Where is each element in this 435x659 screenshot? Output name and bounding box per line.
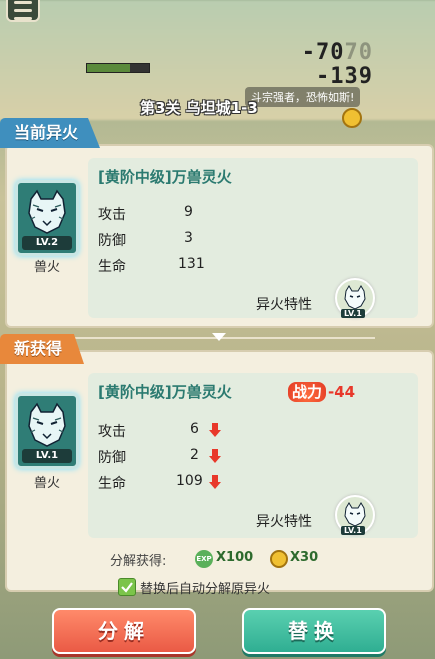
new-fire-info: [黄阶中级]万兽灵火 战力 -44 攻击 6 防御 2 生命 109 异火特性 LV.1 (88, 373, 418, 538)
auto-decompose-checkbox[interactable] (118, 578, 136, 596)
stat-defense: 防御 3 (98, 230, 193, 249)
tiger-icon (28, 402, 66, 447)
stat-attack: 攻击 9 (98, 204, 193, 223)
trait-label: 异火特性 (256, 297, 312, 313)
new-fire-tab: 新获得 (0, 334, 85, 364)
down-arrow-icon (209, 449, 221, 463)
exp-amount: X100 (216, 550, 254, 565)
power-change: 战力 -44 (288, 381, 355, 402)
coin-amount: X30 (290, 550, 319, 565)
tiger-icon (28, 189, 66, 234)
down-arrow-icon (209, 475, 221, 489)
tiger-icon (344, 502, 366, 527)
exp-icon: EXP (195, 550, 213, 568)
down-arrow-icon (212, 333, 226, 341)
down-arrow-icon (209, 423, 221, 437)
damage-number: -139 (316, 64, 373, 89)
coin-icon (342, 108, 362, 128)
stat-hp: 生命 131 (98, 256, 205, 275)
power-label: 战力 (288, 382, 327, 402)
beast-fire-icon[interactable]: LV.2 (15, 180, 79, 256)
power-value: -44 (328, 383, 356, 401)
trait-level: LV.1 (341, 309, 365, 318)
decompose-button[interactable]: 分解 (52, 608, 196, 654)
fire-title: [黄阶中级]万兽灵火 (98, 383, 232, 401)
decompose-reward: 分解获得: EXP X100 X30 (110, 550, 318, 569)
fire-title: [黄阶中级]万兽灵火 (98, 168, 232, 186)
damage-number: -7070 (301, 40, 373, 65)
beast-fire-icon[interactable]: LV.1 (15, 393, 79, 469)
replace-button[interactable]: 替换 (242, 608, 386, 654)
level-title: 第3关 乌坦城1-3 (140, 99, 258, 117)
panel-divider (60, 333, 375, 341)
current-fire-tab: 当前异火 (0, 118, 101, 148)
trait-label: 异火特性 (256, 514, 312, 530)
stat-hp: 生命 109 (98, 473, 258, 493)
fire-level-tag: LV.1 (22, 449, 72, 463)
trait-level: LV.1 (341, 526, 365, 535)
trait-badge[interactable]: LV.1 (335, 495, 375, 535)
checkmark-icon (121, 582, 133, 593)
menu-button[interactable] (6, 0, 40, 22)
fire-name: 兽火 (33, 260, 60, 275)
trait-badge[interactable]: LV.1 (335, 278, 375, 318)
stat-attack: 攻击 6 (98, 421, 258, 441)
stat-defense: 防御 2 (98, 447, 258, 467)
coin-icon (270, 550, 288, 568)
fire-name: 兽火 (33, 476, 60, 491)
tiger-icon (344, 285, 366, 310)
reward-label: 分解获得: (110, 554, 167, 569)
fire-level-tag: LV.2 (22, 236, 72, 250)
auto-decompose-label: 替换后自动分解原异火 (140, 582, 271, 597)
enemy-hp-bar (86, 63, 150, 73)
speech-bubble: 斗宗强者，恐怖如斯! (245, 87, 361, 107)
current-fire-info: [黄阶中级]万兽灵火 攻击 9 防御 3 生命 131 异火特性 LV.1 (88, 158, 418, 318)
